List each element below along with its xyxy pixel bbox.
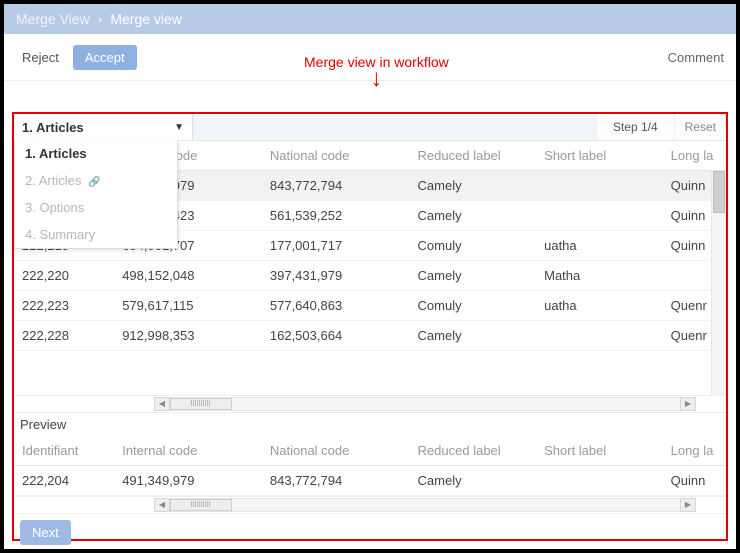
- scroll-left-icon[interactable]: ◀: [154, 498, 170, 512]
- breadcrumb-leaf: Merge view: [110, 11, 182, 27]
- arrow-down-icon: ↓: [304, 73, 449, 85]
- merge-view-panel: 1. Articles ▼ Step 1/4 Reset 1. Articles…: [12, 112, 728, 541]
- horizontal-scroll-thumb[interactable]: [170, 499, 232, 511]
- step-dropdown-label: 1. Articles: [22, 120, 84, 135]
- preview-hscroll-row: ◀ ▶: [14, 496, 726, 514]
- col-header-id[interactable]: Identifiant: [14, 436, 114, 466]
- preview-table: Identifiant Internal code National code …: [14, 436, 726, 496]
- horizontal-scrollbar[interactable]: ◀ ▶: [154, 498, 696, 512]
- reject-button[interactable]: Reject: [16, 46, 65, 69]
- step-dropdown[interactable]: 1. Articles ▼: [14, 114, 193, 140]
- caret-down-icon: ▼: [174, 122, 184, 133]
- dropdown-item-summary[interactable]: 4. Summary: [15, 221, 177, 248]
- vertical-scroll-thumb[interactable]: [713, 171, 725, 213]
- breadcrumb: Merge View › Merge view: [4, 4, 736, 34]
- horizontal-scroll-thumb[interactable]: [170, 398, 232, 410]
- scroll-right-icon[interactable]: ▶: [680, 498, 696, 512]
- col-header-short-label[interactable]: Short label: [536, 436, 663, 466]
- table-row[interactable]: 222,204 491,349,979 843,772,794 Camely Q…: [14, 466, 726, 496]
- col-header-short-label[interactable]: Short label: [536, 141, 663, 171]
- table-row[interactable]: 222,228 912,998,353 162,503,664 Camely Q…: [14, 321, 726, 351]
- preview-title: Preview: [14, 413, 726, 436]
- comment-link[interactable]: Comment: [668, 50, 724, 65]
- table-row[interactable]: 222,223 579,617,115 577,640,863 Comuly u…: [14, 291, 726, 321]
- scroll-left-icon[interactable]: ◀: [154, 397, 170, 411]
- dropdown-item-articles-1[interactable]: 1. Articles: [15, 140, 177, 167]
- reset-button[interactable]: Reset: [674, 114, 726, 140]
- main-hscroll-row: ◀ ▶: [14, 395, 726, 413]
- vertical-scrollbar[interactable]: [711, 171, 726, 395]
- annotation-callout: Merge view in workflow ↓: [304, 54, 449, 85]
- horizontal-scrollbar[interactable]: ◀ ▶: [154, 397, 696, 411]
- app-frame: Merge View › Merge view Reject Accept Co…: [0, 0, 740, 553]
- search-input[interactable]: [193, 114, 596, 140]
- link-icon: 🔗: [88, 177, 100, 188]
- table-header-row: Identifiant Internal code National code …: [14, 436, 726, 466]
- table-row[interactable]: 222,220 498,152,048 397,431,979 Camely M…: [14, 261, 726, 291]
- dropdown-item-options[interactable]: 3. Options: [15, 194, 177, 221]
- accept-button[interactable]: Accept: [73, 45, 137, 70]
- breadcrumb-root[interactable]: Merge View: [16, 11, 90, 27]
- col-header-national-code[interactable]: National code: [262, 436, 410, 466]
- preview-panel: Preview Identifiant Internal code Nation…: [14, 413, 726, 496]
- col-header-reduced-label[interactable]: Reduced label: [410, 436, 537, 466]
- step-indicator: Step 1/4: [596, 114, 674, 140]
- filter-row: 1. Articles ▼ Step 1/4 Reset 1. Articles…: [14, 114, 726, 141]
- chevron-right-icon: ›: [98, 11, 103, 27]
- step-dropdown-menu: 1. Articles 2. Articles 🔗 3. Options 4. …: [14, 140, 178, 249]
- next-button[interactable]: Next: [20, 520, 71, 545]
- col-header-internal-code[interactable]: Internal code: [114, 436, 262, 466]
- dropdown-item-articles-2[interactable]: 2. Articles 🔗: [15, 167, 177, 194]
- col-header-long-label[interactable]: Long la: [663, 436, 726, 466]
- col-header-long-label[interactable]: Long la: [663, 141, 726, 171]
- col-header-national-code[interactable]: National code: [262, 141, 410, 171]
- scroll-right-icon[interactable]: ▶: [680, 397, 696, 411]
- col-header-reduced-label[interactable]: Reduced label: [410, 141, 537, 171]
